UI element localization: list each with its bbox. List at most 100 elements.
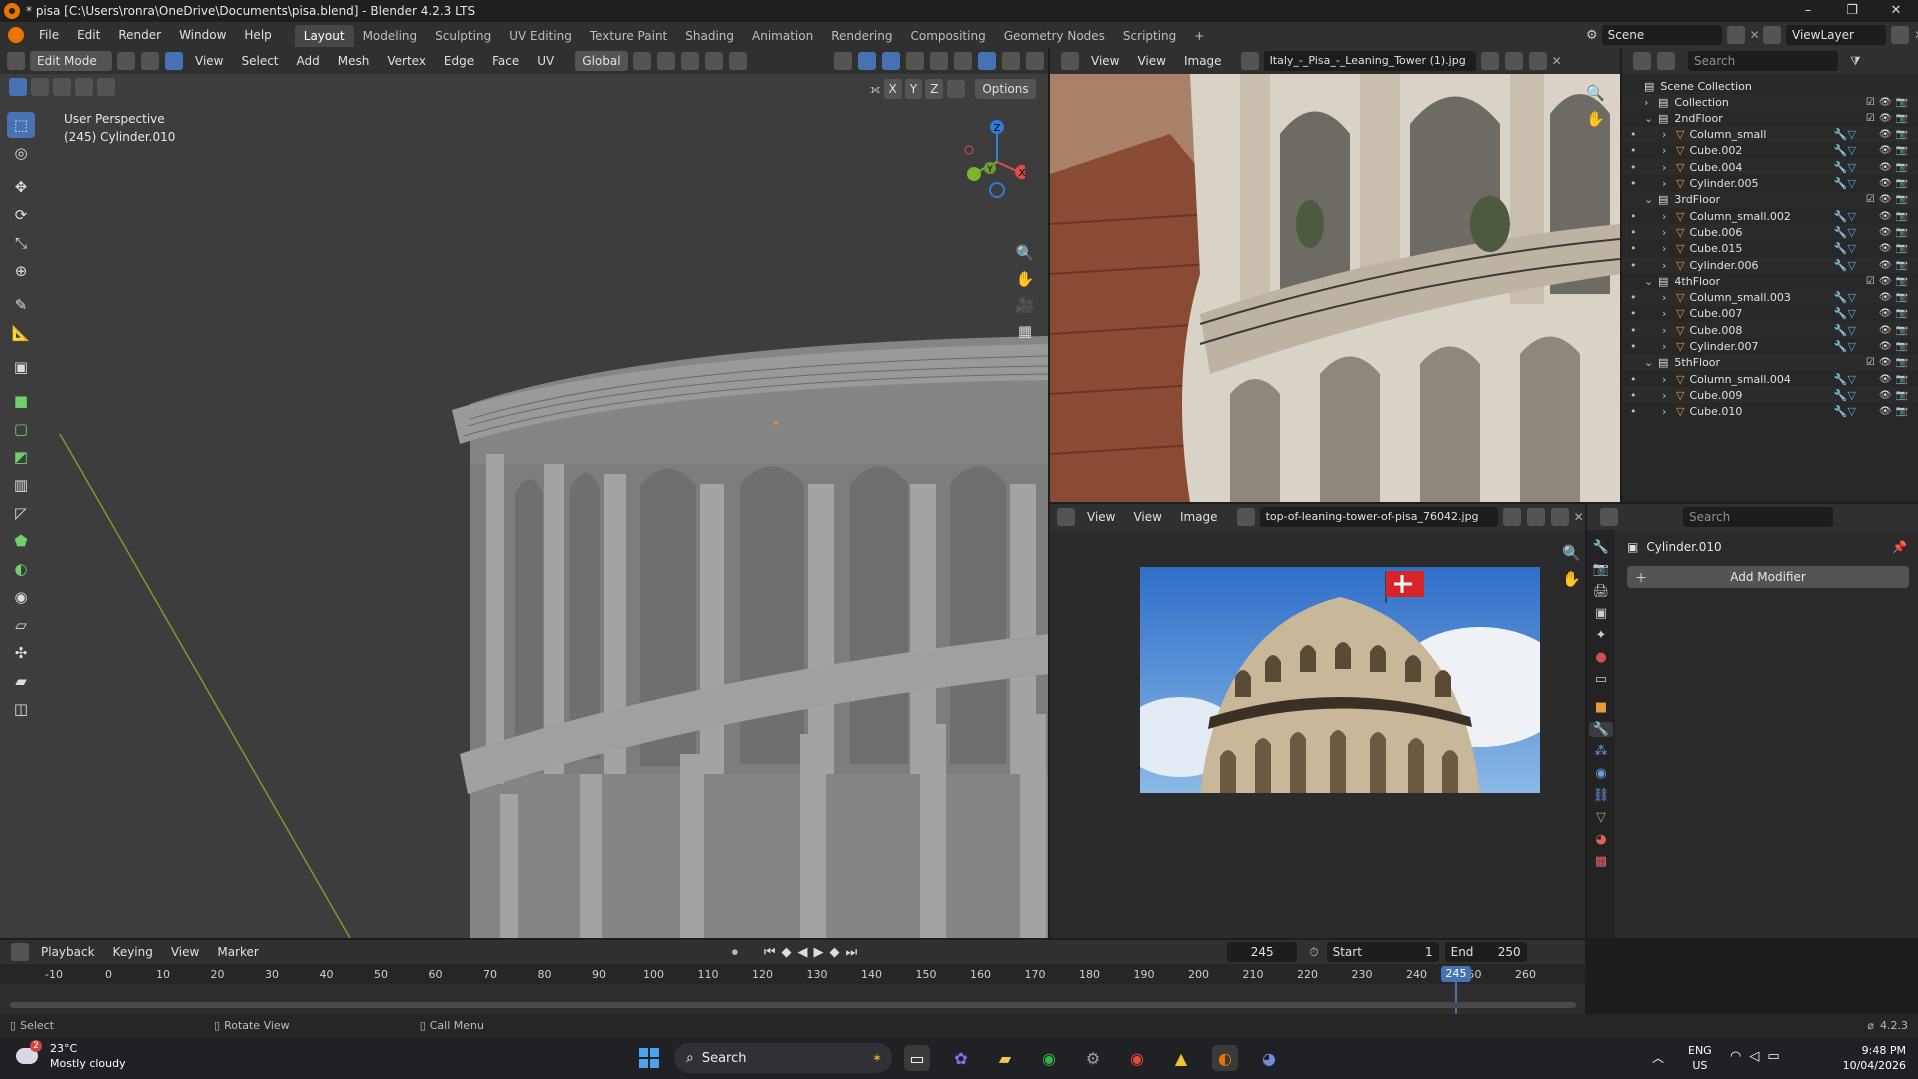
playback-controls[interactable]: ⏮◆◀▶◆⏭	[764, 945, 863, 960]
visibility-toggles-icon[interactable]: 👁📷	[1879, 341, 1912, 352]
tab-sculpting[interactable]: Sculpting	[426, 25, 500, 47]
menu-add[interactable]: Add	[290, 51, 327, 71]
outliner-row-cube-015[interactable]: • › ▽ Cube.015 👁📷 🔧▽	[1622, 241, 1918, 257]
overlay-toggle-icon[interactable]	[882, 52, 900, 70]
object-tab-icon[interactable]: ■	[1595, 700, 1607, 715]
modifier-data-icon[interactable]: 🔧▽	[1834, 389, 1856, 402]
expand-chevron-icon[interactable]: ›	[1662, 389, 1676, 402]
maximize-button[interactable]: ❐	[1830, 0, 1874, 22]
open-image-icon[interactable]	[1528, 52, 1547, 70]
grid-view-icon[interactable]: ▦	[1018, 322, 1032, 340]
outliner-row-cylinder-005[interactable]: • › ▽ Cylinder.005 👁📷 🔧▽	[1622, 176, 1918, 192]
knife-tool[interactable]: ◸	[7, 500, 35, 526]
editor-type-icon[interactable]	[7, 52, 25, 70]
menu-view[interactable]: View	[164, 942, 206, 962]
menu-keying[interactable]: Keying	[106, 942, 160, 962]
scene-selector[interactable]: Scene	[1601, 25, 1722, 45]
expand-chevron-icon[interactable]: ›	[1662, 405, 1676, 418]
modifier-data-icon[interactable]: 🔧▽	[1834, 210, 1856, 223]
add-workspace-button[interactable]: +	[1185, 25, 1213, 47]
outliner-row-cube-006[interactable]: • › ▽ Cube.006 👁📷 🔧▽	[1622, 224, 1918, 241]
visibility-toggles-icon[interactable]: 👁📷	[1879, 243, 1912, 254]
face-select-icon[interactable]	[165, 52, 183, 70]
expand-chevron-icon[interactable]: ›	[1662, 161, 1676, 174]
visibility-toggles-icon[interactable]: 👁📷	[1879, 145, 1912, 156]
material-tab-icon[interactable]: ◕	[1595, 832, 1606, 847]
zoom-icon[interactable]: 🔍	[1562, 544, 1581, 562]
modifier-data-icon[interactable]: 🔧▽	[1834, 405, 1856, 418]
file-explorer-icon[interactable]: ▰	[992, 1045, 1018, 1071]
menu-select[interactable]: Select	[234, 51, 285, 71]
language-indicator[interactable]: ENG US	[1688, 1043, 1712, 1073]
material-shading-icon[interactable]	[1002, 52, 1020, 70]
outliner-row-cube-002[interactable]: • › ▽ Cube.002 👁📷 🔧▽	[1622, 143, 1918, 159]
rendered-shading-icon[interactable]	[1026, 52, 1044, 70]
chrome-icon[interactable]: ◉	[1036, 1045, 1062, 1071]
editor-type-icon[interactable]	[1061, 52, 1079, 70]
visibility-toggles-icon[interactable]: ☑👁📷	[1866, 194, 1912, 205]
visibility-toggles-icon[interactable]: 👁📷	[1879, 178, 1912, 189]
poly-build-tool[interactable]: ⬟	[7, 528, 35, 554]
menu-file[interactable]: File	[30, 22, 68, 48]
solid-shading-icon[interactable]	[978, 52, 996, 70]
scene-tab-icon[interactable]: ✦	[1596, 628, 1607, 643]
tab-modeling[interactable]: Modeling	[354, 25, 427, 47]
gizmo-toggle-icon[interactable]	[858, 52, 876, 70]
smooth-tool[interactable]: ◉	[7, 584, 35, 610]
fake-user-icon[interactable]	[1502, 508, 1521, 526]
image-editor-bottom[interactable]: View View Image top-of-leaning-tower-of-…	[1050, 504, 1585, 938]
discord-icon[interactable]: ◕	[1256, 1045, 1282, 1071]
outliner-row-cylinder-006[interactable]: • › ▽ Cylinder.006 👁📷 🔧▽	[1622, 257, 1918, 273]
menu-image[interactable]: Image	[1177, 51, 1229, 71]
editor-type-icon[interactable]	[1633, 52, 1651, 70]
expand-chevron-icon[interactable]: ⌄	[1644, 112, 1658, 125]
expand-chevron-icon[interactable]: ›	[1662, 324, 1676, 337]
tab-shading[interactable]: Shading	[676, 25, 743, 47]
data-tab-icon[interactable]: ▽	[1596, 810, 1606, 825]
visibility-toggles-icon[interactable]: 👁📷	[1879, 260, 1912, 271]
xray-icon[interactable]	[930, 52, 948, 70]
tab-uv-editing[interactable]: UV Editing	[500, 25, 581, 47]
new-image-icon[interactable]	[1504, 52, 1523, 70]
menu-mesh[interactable]: Mesh	[331, 51, 377, 71]
visibility-toggles-icon[interactable]: 👁📷	[1879, 129, 1912, 140]
tray-icons[interactable]: ◠◁▭	[1730, 1049, 1788, 1064]
modifier-data-icon[interactable]: 🔧▽	[1834, 144, 1856, 157]
new-view-layer-icon[interactable]	[1891, 26, 1909, 44]
constraints-tab-icon[interactable]: ⛓	[1593, 788, 1610, 803]
chrome-profile-icon[interactable]: ◉	[1124, 1045, 1150, 1071]
menu-edit[interactable]: Edit	[68, 22, 109, 48]
outliner-row-5thfloor[interactable]: ⌄ ▤ 5thFloor ☑👁📷	[1622, 354, 1918, 371]
menu-view[interactable]: View	[188, 51, 230, 71]
visibility-toggles-icon[interactable]: 👁📷	[1879, 292, 1912, 303]
outliner-row-cylinder-007[interactable]: • › ▽ Cylinder.007 👁📷 🔧▽	[1622, 339, 1918, 355]
annotate-tool[interactable]: ✎	[7, 292, 35, 318]
proportional-edit-icon[interactable]	[704, 52, 723, 70]
editor-type-icon[interactable]	[1600, 508, 1618, 526]
menu-face[interactable]: Face	[485, 51, 526, 71]
wifi-icon[interactable]: ◠	[1730, 1049, 1749, 1064]
modifier-data-icon[interactable]: 🔧▽	[1834, 128, 1856, 141]
add-cube-tool[interactable]: ▣	[7, 354, 35, 380]
menu-edge[interactable]: Edge	[437, 51, 481, 71]
display-mode-icon[interactable]	[1657, 52, 1675, 70]
menu-view[interactable]: View	[1126, 507, 1168, 527]
visibility-toggles-icon[interactable]: 👁📷	[1879, 162, 1912, 173]
expand-chevron-icon[interactable]: ›	[1662, 128, 1676, 141]
filter-icon[interactable]: ⧩	[1850, 54, 1861, 69]
pivot-icon[interactable]	[632, 52, 651, 70]
outliner-row-column-small-003[interactable]: • › ▽ Column_small.003 👁📷 🔧▽	[1622, 289, 1918, 306]
visibility-toggles-icon[interactable]: 👁📷	[1879, 227, 1912, 238]
outliner-row-cube-004[interactable]: • › ▽ Cube.004 👁📷 🔧▽	[1622, 159, 1918, 176]
copilot-icon[interactable]: ✿	[948, 1045, 974, 1071]
tab-rendering[interactable]: Rendering	[822, 25, 901, 47]
mode-selector[interactable]: Edit Mode	[30, 51, 112, 71]
new-scene-icon[interactable]	[1726, 26, 1745, 44]
new-image-icon[interactable]	[1526, 508, 1545, 526]
menu-vertex[interactable]: Vertex	[380, 51, 433, 71]
expand-chevron-icon[interactable]: ›	[1662, 373, 1676, 386]
close-window-button[interactable]: ✕	[1874, 0, 1918, 22]
modifier-data-icon[interactable]: 🔧▽	[1834, 373, 1856, 386]
view-mode-dropdown[interactable]: View	[1084, 51, 1126, 71]
menu-view[interactable]: View	[1130, 51, 1172, 71]
